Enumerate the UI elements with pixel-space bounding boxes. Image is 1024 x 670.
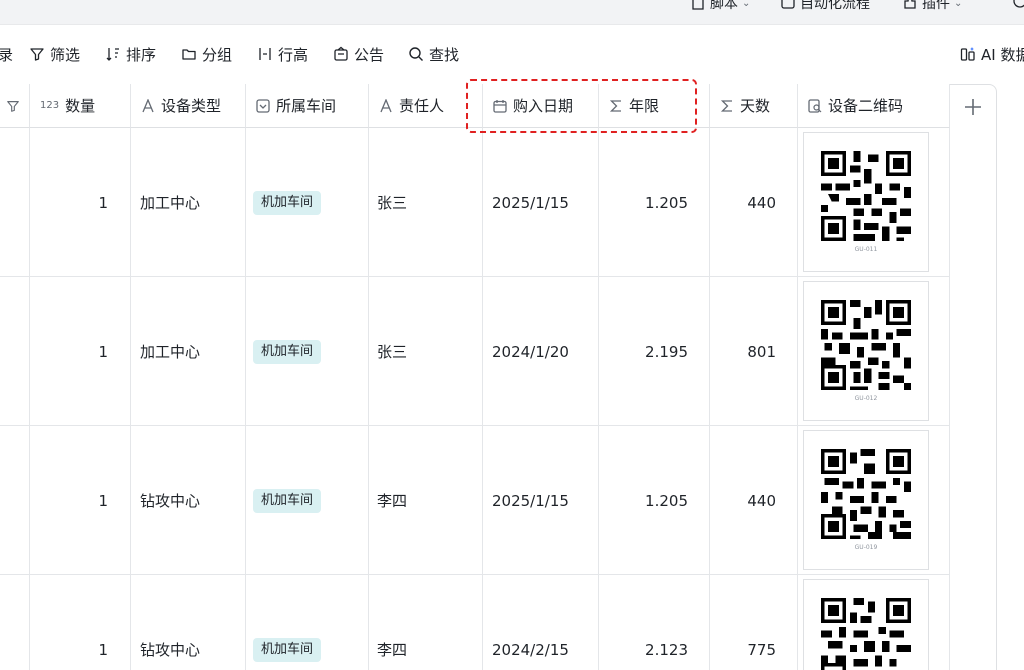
qr-code-caption: GU-011 — [854, 246, 878, 253]
number-type-icon: 123 — [40, 100, 60, 111]
cell-device-type[interactable]: 加工中心 — [140, 342, 200, 362]
sort-icon — [106, 48, 119, 61]
qr-code-image — [821, 449, 911, 539]
cell-years[interactable]: 2.195 — [599, 342, 688, 362]
text-type-icon — [380, 98, 392, 112]
cell-owner[interactable]: 李四 — [377, 491, 407, 511]
workshop-tag[interactable]: 机加车间 — [253, 191, 322, 215]
attachment-search-icon — [808, 98, 822, 113]
cell-years[interactable]: 1.205 — [599, 193, 688, 213]
plugin-icon — [904, 0, 916, 9]
cell-quantity[interactable]: 1 — [30, 640, 108, 660]
qr-code-attachment[interactable] — [803, 579, 929, 670]
view-toolbar: 录 筛选 排序 分组 行高 公告 查找 AI 数据 — [0, 25, 1024, 83]
cell-days[interactable]: 775 — [710, 640, 776, 660]
workshop-tag[interactable]: 机加车间 — [253, 638, 322, 662]
workshop-tag[interactable]: 机加车间 — [253, 340, 322, 364]
column-header-days[interactable]: 天数 — [710, 84, 798, 128]
record-button[interactable]: 录 — [0, 44, 13, 64]
column-header-device-type[interactable]: 设备类型 — [131, 84, 246, 128]
history-button[interactable] — [1012, 0, 1024, 9]
grid-line — [949, 128, 950, 670]
qr-code-image — [821, 300, 911, 390]
cell-days[interactable]: 440 — [710, 193, 776, 213]
row-height-button[interactable]: 行高 — [257, 44, 308, 64]
qr-code-attachment[interactable]: GU-011 — [803, 132, 929, 272]
column-header-qr[interactable]: 设备二维码 — [798, 84, 950, 128]
qr-code-image — [821, 598, 911, 670]
qr-code-attachment[interactable]: GU-019 — [803, 430, 929, 570]
cell-purchase-date[interactable]: 2024/2/15 — [492, 640, 569, 660]
workshop-tag[interactable]: 机加车间 — [253, 489, 322, 513]
chevron-down-icon: ⌄ — [742, 0, 751, 9]
row-separator — [0, 574, 950, 575]
grid-line — [368, 128, 369, 670]
plugin-button[interactable]: 插件 ⌄ — [902, 0, 962, 13]
ai-data-button[interactable]: AI 数据 — [960, 44, 1024, 64]
search-icon — [409, 47, 423, 61]
cell-purchase-date[interactable]: 2025/1/15 — [492, 193, 569, 213]
single-select-icon — [256, 98, 270, 113]
cell-device-type[interactable]: 钻攻中心 — [140, 491, 200, 511]
automation-button[interactable]: 自动化流程 — [780, 0, 870, 13]
cell-purchase-date[interactable]: 2025/1/15 — [492, 491, 569, 511]
row-separator — [0, 425, 950, 426]
cell-quantity[interactable]: 1 — [30, 342, 108, 362]
column-header-purchase-date[interactable]: 购入日期 — [483, 84, 599, 128]
cell-owner[interactable]: 张三 — [377, 342, 407, 362]
filter-icon — [7, 100, 19, 112]
notice-button[interactable]: 公告 — [333, 44, 384, 64]
filter-icon — [30, 48, 44, 61]
add-column-icon[interactable] — [962, 96, 984, 118]
cell-quantity[interactable]: 1 — [30, 491, 108, 511]
text-type-icon — [142, 98, 154, 112]
grid-line — [482, 128, 483, 670]
qr-code-image — [821, 151, 911, 241]
folder-icon — [182, 49, 196, 60]
column-header-quantity[interactable]: 123 数量 — [30, 84, 131, 128]
automation-icon — [781, 0, 795, 9]
qr-code-caption: GU-019 — [854, 544, 878, 551]
find-button[interactable]: 查找 — [408, 44, 459, 64]
calendar-icon — [493, 99, 507, 113]
cell-days[interactable]: 440 — [710, 491, 776, 511]
cell-device-type[interactable]: 钻攻中心 — [140, 640, 200, 660]
cell-purchase-date[interactable]: 2024/1/20 — [492, 342, 569, 362]
group-button[interactable]: 分组 — [181, 44, 232, 64]
cell-quantity[interactable]: 1 — [30, 193, 108, 213]
cell-owner[interactable]: 李四 — [377, 640, 407, 660]
column-header-workshop[interactable]: 所属车间 — [246, 84, 369, 128]
grid-line — [245, 128, 246, 670]
formula-sigma-icon — [609, 99, 621, 112]
chevron-down-icon: ⌄ — [954, 0, 963, 9]
script-icon — [692, 0, 704, 10]
row-height-icon — [259, 48, 271, 60]
top-bar: 脚本 ⌄ 自动化流程 插件 ⌄ — [0, 0, 1024, 25]
cell-owner[interactable]: 张三 — [377, 193, 407, 213]
cell-years[interactable]: 2.123 — [599, 640, 688, 660]
row-separator — [0, 276, 950, 277]
column-header-owner[interactable]: 责任人 — [369, 84, 483, 128]
ai-sparkle-icon — [960, 47, 975, 61]
grid-line — [797, 128, 798, 670]
script-button[interactable]: 脚本 ⌄ — [690, 0, 750, 13]
qr-code-attachment[interactable]: GU-012 — [803, 281, 929, 421]
sort-button[interactable]: 排序 — [105, 44, 156, 64]
cell-years[interactable]: 1.205 — [599, 491, 688, 511]
grid-line — [130, 128, 131, 670]
column-header-filter-mark[interactable] — [0, 84, 30, 128]
history-icon — [1013, 0, 1024, 8]
column-header-years[interactable]: 年限 — [599, 84, 710, 128]
notice-icon — [334, 46, 348, 61]
filter-button[interactable]: 筛选 — [29, 44, 80, 64]
cell-device-type[interactable]: 加工中心 — [140, 193, 200, 213]
formula-sigma-icon — [720, 99, 732, 112]
cell-days[interactable]: 801 — [710, 342, 776, 362]
qr-code-caption: GU-012 — [854, 395, 878, 402]
